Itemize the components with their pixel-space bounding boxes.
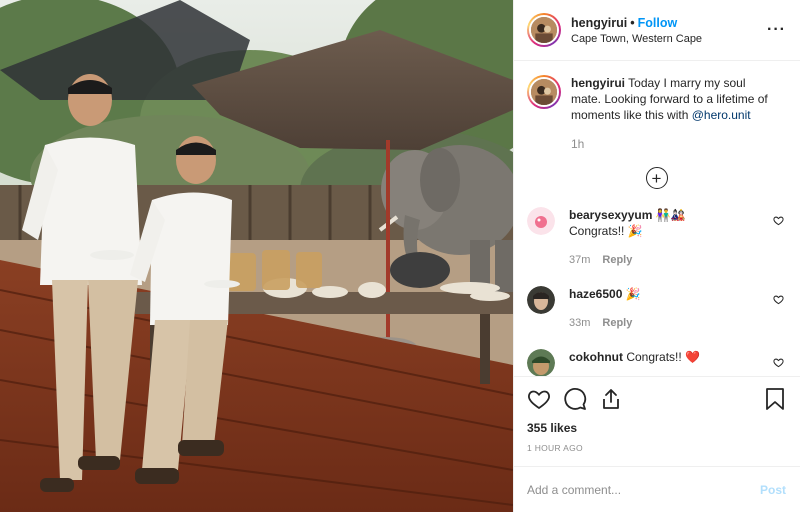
header-text: hengyirui • Follow Cape Town, Western Cape — [571, 14, 767, 47]
more-options-icon[interactable]: ··· — [767, 21, 786, 39]
comment-body: bearysexyyum 👫🎎 Congrats!! 🎉 37m Reply — [569, 207, 744, 268]
like-comment-heart-icon[interactable] — [773, 294, 784, 305]
comment-username[interactable]: bearysexyyum — [569, 208, 652, 222]
action-icons — [527, 387, 786, 411]
comment-meta: 33m Reply — [569, 315, 744, 331]
comment-time[interactable]: 37m — [569, 254, 590, 266]
comment-body: haze6500 🎉 33m Reply — [569, 286, 744, 331]
author-avatar[interactable] — [527, 13, 561, 47]
commenter-avatar[interactable] — [527, 349, 555, 376]
commenter-avatar[interactable] — [527, 207, 555, 235]
caption-mention-link[interactable]: @hero.unit — [692, 108, 751, 122]
comment-bubble-icon[interactable] — [563, 387, 587, 411]
post-comment-button[interactable]: Post — [760, 483, 786, 497]
add-comment-bar: Post — [514, 466, 800, 512]
reply-button[interactable]: Reply — [602, 254, 632, 266]
post-header: hengyirui • Follow Cape Town, Western Cape… — [514, 0, 800, 61]
location-link[interactable]: Cape Town, Western Cape — [571, 31, 767, 47]
comment-username[interactable]: cokohnut — [569, 350, 623, 364]
caption-body: hengyirui Today I marry my soul mate. Lo… — [571, 75, 776, 123]
posted-time[interactable]: 1 HOUR AGO — [527, 443, 786, 453]
comments-section[interactable]: hengyirui Today I marry my soul mate. Lo… — [514, 61, 800, 376]
author-username[interactable]: hengyirui — [571, 16, 627, 30]
comment-item: bearysexyyum 👫🎎 Congrats!! 🎉 37m Reply — [527, 207, 786, 268]
post-caption: hengyirui Today I marry my soul mate. Lo… — [527, 75, 786, 123]
share-icon[interactable] — [599, 387, 623, 411]
add-comment-input[interactable] — [527, 482, 760, 497]
comment-item: cokohnut Congrats!! ❤️ — [527, 349, 786, 376]
follow-button[interactable]: Follow — [638, 16, 678, 30]
commenter-avatar[interactable] — [527, 286, 555, 314]
comment-item: haze6500 🎉 33m Reply — [527, 286, 786, 331]
comment-text: 🎉 — [625, 287, 641, 301]
caption-avatar[interactable] — [527, 75, 561, 109]
load-more-comments-button[interactable]: + — [645, 167, 668, 189]
comment-body: cokohnut Congrats!! ❤️ — [569, 349, 744, 365]
comment-text: Congrats!! ❤️ — [626, 350, 700, 364]
comment-meta: 37m Reply — [569, 252, 744, 268]
likes-count[interactable]: 355 likes — [527, 421, 786, 435]
caption-time[interactable]: 1h — [571, 137, 786, 151]
like-comment-heart-icon[interactable] — [773, 357, 784, 368]
caption-username[interactable]: hengyirui — [571, 76, 625, 90]
comment-username[interactable]: haze6500 — [569, 287, 622, 301]
post-sidebar: hengyirui • Follow Cape Town, Western Cape… — [513, 0, 800, 512]
post-actions: 355 likes 1 HOUR AGO — [514, 376, 800, 466]
post-photo[interactable] — [0, 0, 513, 512]
safari-wedding-photo — [0, 0, 513, 512]
reply-button[interactable]: Reply — [602, 317, 632, 329]
header-separator: • — [630, 15, 635, 30]
save-bookmark-icon[interactable] — [764, 387, 786, 411]
comment-time[interactable]: 33m — [569, 317, 590, 329]
like-comment-heart-icon[interactable] — [773, 215, 784, 226]
like-heart-icon[interactable] — [527, 387, 551, 411]
instagram-post: hengyirui • Follow Cape Town, Western Cape… — [0, 0, 800, 512]
